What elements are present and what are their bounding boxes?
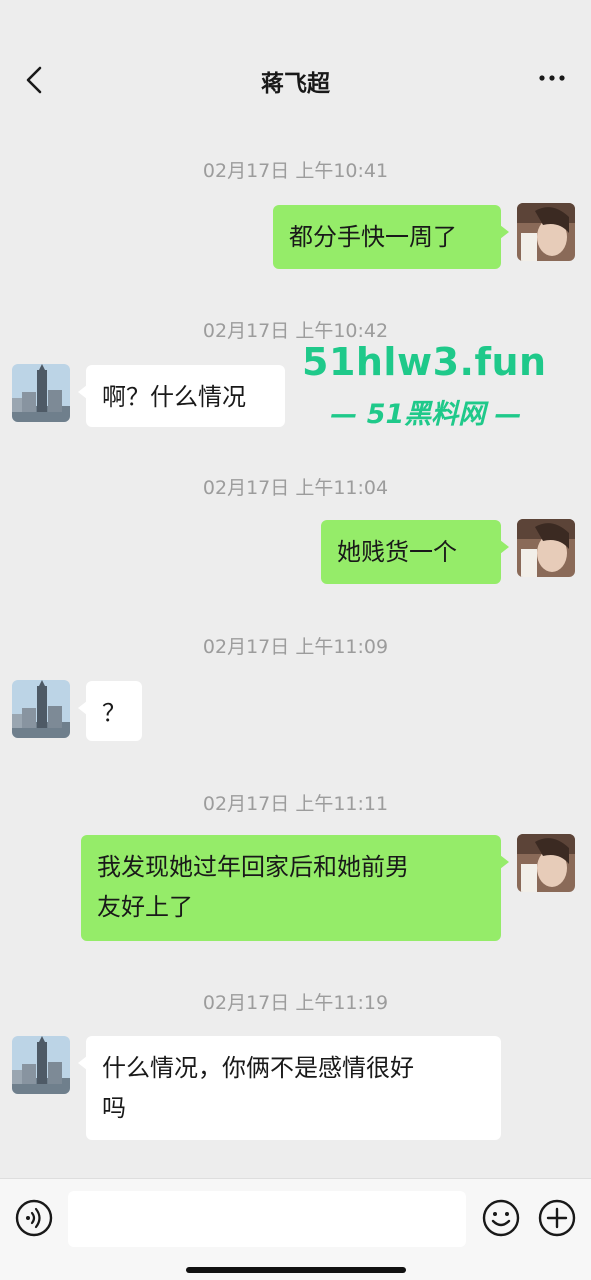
message-timestamp: 02月17日 上午11:04 [202, 477, 389, 499]
contact-avatar[interactable] [12, 1036, 70, 1094]
contact-avatar[interactable] [12, 364, 70, 422]
message-timestamp: 02月17日 上午11:11 [202, 793, 389, 815]
user-photo-avatar-icon [517, 834, 575, 892]
message-text-line: 什么情况，你俩不是感情很好 [102, 1054, 414, 1082]
message-text-line: 吗 [102, 1094, 126, 1122]
message-text: 啊？什么情况 [102, 383, 246, 411]
user-photo-avatar-icon [517, 519, 575, 577]
message-text-line: 我发现她过年回家后和她前男 [97, 853, 409, 881]
contact-avatar[interactable] [12, 680, 70, 738]
message-text-line: 友好上了 [97, 893, 193, 921]
message-timestamp: 02月17日 上午11:19 [202, 992, 389, 1014]
outgoing-message-bubble[interactable]: 都分手快一周了 [273, 205, 509, 269]
message-text: 都分手快一周了 [289, 223, 457, 251]
outgoing-message-bubble[interactable]: 我发现她过年回家后和她前男 友好上了 [81, 835, 509, 941]
navigation-bar: 蒋飞超 [0, 0, 591, 120]
user-photo-avatar-icon [517, 203, 575, 261]
incoming-message-bubble[interactable]: ？ [78, 681, 142, 741]
cathedral-photo-avatar-icon [12, 1036, 70, 1094]
home-indicator [186, 1267, 406, 1273]
incoming-message-bubble[interactable]: 什么情况，你俩不是感情很好 吗 [78, 1036, 501, 1140]
watermark-domain: 51hlw3.fun [302, 340, 547, 384]
voice-icon[interactable] [14, 1198, 54, 1238]
more-dots-icon[interactable] [537, 68, 567, 88]
chat-title: 蒋飞超 [261, 71, 330, 97]
cathedral-photo-avatar-icon [12, 364, 70, 422]
my-avatar[interactable] [517, 834, 575, 892]
message-input[interactable] [68, 1191, 466, 1247]
cathedral-photo-avatar-icon [12, 680, 70, 738]
chat-input-bar [0, 1178, 591, 1280]
incoming-message-bubble[interactable]: 啊？什么情况 [78, 365, 285, 427]
message-timestamp: 02月17日 上午10:41 [202, 160, 389, 182]
my-avatar[interactable] [517, 203, 575, 261]
outgoing-message-bubble[interactable]: 她贱货一个 [321, 520, 509, 584]
plus-icon[interactable] [537, 1198, 577, 1238]
message-text: 她贱货一个 [337, 538, 457, 566]
message-timestamp: 02月17日 上午10:42 [202, 320, 389, 342]
my-avatar[interactable] [517, 519, 575, 577]
emoji-icon[interactable] [481, 1198, 521, 1238]
message-timestamp: 02月17日 上午11:09 [202, 636, 389, 658]
watermark-site-name: — 51黑料网 — [330, 399, 522, 430]
message-text: ？ [102, 699, 126, 727]
